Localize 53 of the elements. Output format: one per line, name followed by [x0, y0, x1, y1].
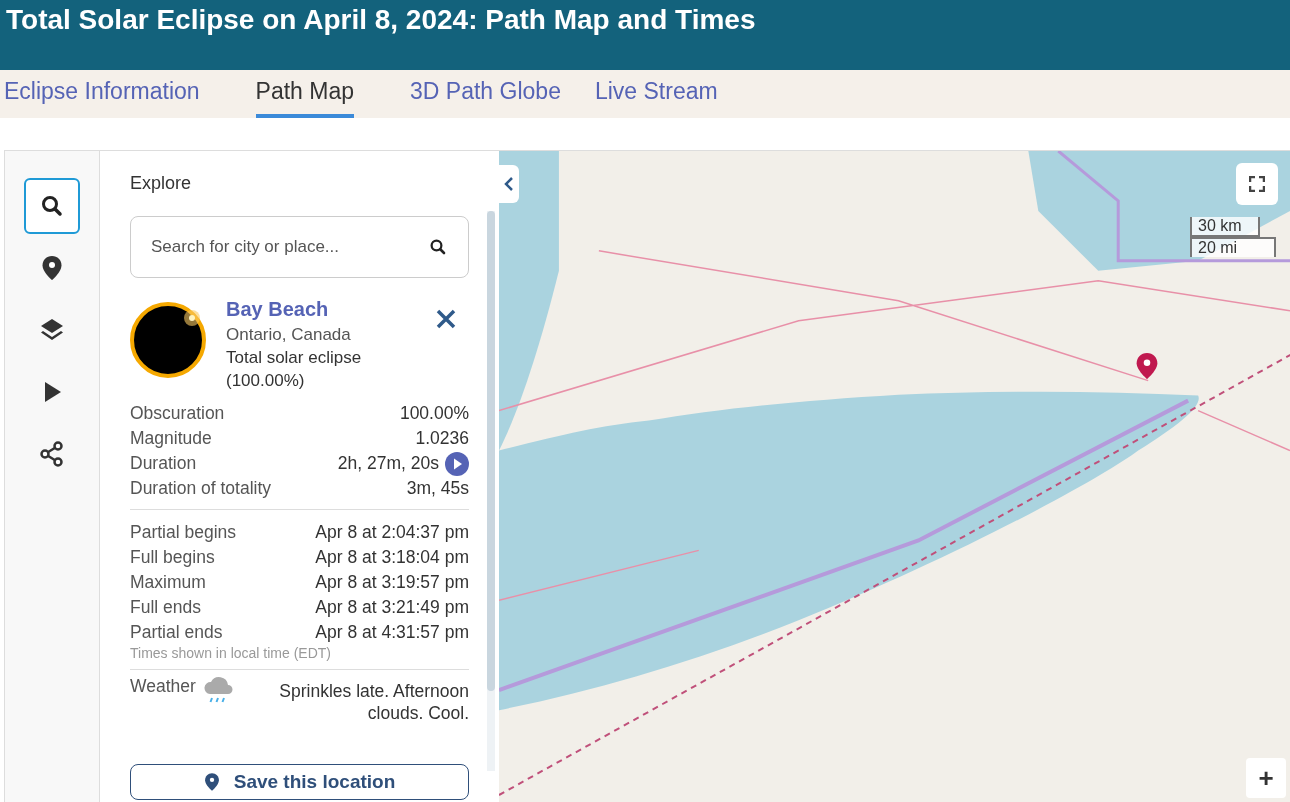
time-value: Apr 8 at 3:19:57 pm: [315, 571, 469, 594]
tab[interactable]: Path Map: [255, 70, 355, 118]
eclipse-type: Total solar eclipse: [226, 348, 363, 368]
tab[interactable]: Eclipse Information: [4, 70, 200, 118]
search-rail-button[interactable]: [24, 178, 80, 234]
stat-label: Duration of totality: [130, 477, 272, 500]
time-label: Maximum: [130, 571, 206, 594]
time-value: Apr 8 at 3:18:04 pm: [315, 546, 469, 569]
tab[interactable]: Live Stream: [594, 70, 718, 118]
map-scale: 30 km: [1190, 217, 1260, 237]
chevron-left-icon: [503, 176, 515, 192]
pin-icon: [41, 255, 63, 281]
map-scale: 20 mi: [1190, 237, 1276, 257]
scrollbar[interactable]: [487, 211, 495, 771]
fullscreen-button[interactable]: [1236, 163, 1278, 205]
play-button-icon[interactable]: [445, 451, 469, 476]
location-name[interactable]: Bay Beach: [226, 298, 469, 321]
layers-icon: [39, 317, 65, 343]
stat-value: 1.0236: [415, 427, 469, 450]
collapse-panel-button[interactable]: [499, 165, 519, 203]
panel-heading: Explore: [130, 173, 193, 194]
fullscreen-icon: [1249, 176, 1265, 192]
page-title: Total Solar Eclipse on April 8, 2024: Path Map and Times: [6, 3, 757, 36]
weather-label: Weather: [130, 676, 196, 697]
search-field[interactable]: Search for city or place...: [130, 216, 469, 278]
search-icon[interactable]: [429, 238, 447, 256]
share-icon: [39, 441, 65, 467]
stat-label: Duration: [130, 452, 197, 475]
save-location-button[interactable]: Save this location: [130, 764, 469, 800]
time-label: Partial ends: [130, 621, 223, 644]
search-icon: [40, 194, 64, 218]
stat-value: 2h, 27m, 20s: [337, 452, 439, 475]
map-view[interactable]: 30 km 20 mi +: [499, 151, 1290, 802]
location-pin-icon[interactable]: [1135, 351, 1159, 381]
weather-forecast: Sprinkles late. Afternoon clouds. Cool.: [278, 680, 469, 724]
time-label: Full begins: [130, 546, 215, 569]
eclipse-coverage: (100.00%): [226, 371, 306, 391]
zoom-in-button[interactable]: +: [1246, 758, 1286, 798]
stat-value: 3m, 45s: [406, 477, 469, 500]
time-label: Full ends: [130, 596, 201, 619]
location-region: Ontario, Canada: [226, 325, 352, 345]
play-icon: [42, 381, 62, 403]
time-value: Apr 8 at 2:04:37 pm: [315, 521, 469, 544]
time-label: Partial begins: [130, 521, 237, 544]
tab[interactable]: 3D Path Globe: [410, 70, 561, 118]
pin-icon: [203, 772, 220, 792]
close-icon[interactable]: [435, 308, 457, 330]
stat-label: Magnitude: [130, 427, 212, 450]
time-value: Apr 8 at 4:31:57 pm: [315, 621, 469, 644]
time-value: Apr 8 at 3:21:49 pm: [315, 596, 469, 619]
time-zone-note: Times shown in local time (EDT): [130, 645, 332, 661]
stat-label: Obscuration: [130, 402, 225, 425]
stat-value: 100.00%: [399, 402, 469, 425]
